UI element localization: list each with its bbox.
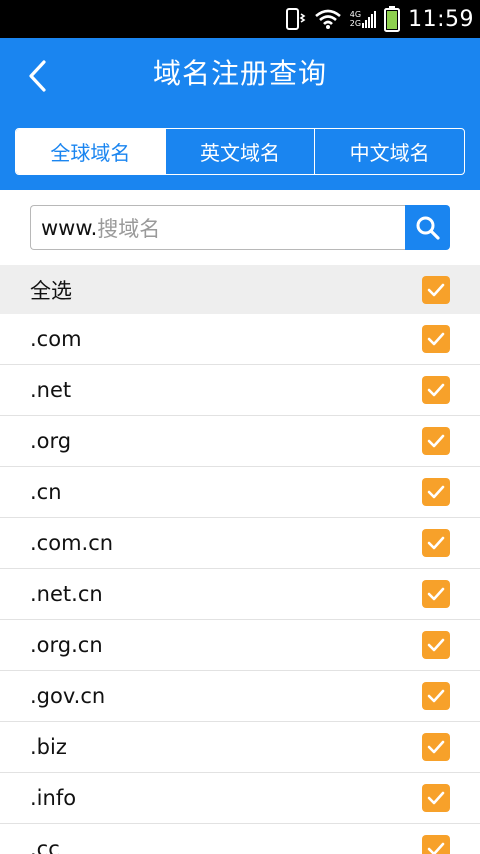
checkmark-icon — [427, 842, 445, 854]
domain-label: .info — [30, 786, 77, 810]
domain-label: .com.cn — [30, 531, 114, 555]
domain-row-gov-cn[interactable]: .gov.cn — [0, 671, 480, 722]
search-bar: www. 搜域名 — [30, 205, 450, 250]
domain-checkbox[interactable] — [422, 682, 450, 710]
domain-label: .gov.cn — [30, 684, 106, 708]
checkmark-icon — [427, 434, 445, 448]
checkmark-icon — [427, 791, 445, 805]
domain-row-org-cn[interactable]: .org.cn — [0, 620, 480, 671]
domain-row-net[interactable]: .net — [0, 365, 480, 416]
domain-checkbox[interactable] — [422, 325, 450, 353]
checkmark-icon — [427, 689, 445, 703]
checkmark-icon — [427, 587, 445, 601]
domain-type-tabs: 全球域名 英文域名 中文域名 — [15, 128, 465, 175]
domain-list: 全选 .com .net .org .cn .com.cn .net.cn .o… — [0, 265, 480, 854]
checkmark-icon — [427, 638, 445, 652]
domain-row-info[interactable]: .info — [0, 773, 480, 824]
domain-checkbox[interactable] — [422, 733, 450, 761]
domain-checkbox[interactable] — [422, 478, 450, 506]
domain-label: .cc — [30, 837, 60, 854]
checkmark-icon — [427, 485, 445, 499]
checkmark-icon — [427, 332, 445, 346]
domain-label: .net — [30, 378, 72, 402]
domain-checkbox[interactable] — [422, 529, 450, 557]
domain-label: .cn — [30, 480, 62, 504]
signal-icon: 4G 2G — [349, 9, 377, 29]
domain-row-cc[interactable]: .cc — [0, 824, 480, 854]
search-prefix: www. — [41, 215, 98, 240]
select-all-checkbox[interactable] — [422, 275, 450, 304]
domain-checkbox[interactable] — [422, 580, 450, 608]
battery-icon — [384, 6, 401, 32]
wifi-icon — [314, 8, 342, 30]
search-input[interactable]: www. 搜域名 — [30, 205, 405, 250]
search-icon — [416, 216, 440, 240]
domain-row-net-cn[interactable]: .net.cn — [0, 569, 480, 620]
search-button[interactable] — [405, 205, 450, 250]
search-placeholder: 搜域名 — [97, 216, 161, 241]
network-type-top: 4G — [349, 10, 362, 19]
domain-label: .org.cn — [30, 633, 103, 657]
checkmark-icon — [427, 283, 445, 296]
vibrate-icon — [284, 7, 306, 31]
domain-label: .org — [30, 429, 72, 453]
domain-row-biz[interactable]: .biz — [0, 722, 480, 773]
tab-english-domains[interactable]: 英文域名 — [166, 129, 316, 174]
select-all-row[interactable]: 全选 — [0, 265, 480, 314]
domain-checkbox[interactable] — [422, 376, 450, 404]
select-all-label: 全选 — [30, 278, 72, 303]
status-time: 11:59 — [408, 6, 474, 32]
domain-row-cn[interactable]: .cn — [0, 467, 480, 518]
domain-label: .net.cn — [30, 582, 103, 606]
checkmark-icon — [427, 536, 445, 550]
domain-row-org[interactable]: .org — [0, 416, 480, 467]
domain-row-com[interactable]: .com — [0, 314, 480, 365]
status-icons: 4G 2G 11:59 — [284, 0, 480, 38]
domain-checkbox[interactable] — [422, 631, 450, 659]
tab-chinese-domains[interactable]: 中文域名 — [315, 129, 464, 174]
app-bar: 域名注册查询 全球域名 英文域名 中文域名 — [0, 38, 480, 190]
page-title: 域名注册查询 — [152, 57, 327, 90]
checkmark-icon — [427, 740, 445, 754]
network-type-bottom: 2G — [349, 19, 362, 28]
status-bar: 4G 2G 11:59 — [0, 0, 480, 38]
tab-global-domains[interactable]: 全球域名 — [16, 129, 166, 174]
domain-checkbox[interactable] — [422, 784, 450, 812]
domain-row-com-cn[interactable]: .com.cn — [0, 518, 480, 569]
checkmark-icon — [427, 383, 445, 397]
domain-checkbox[interactable] — [422, 427, 450, 455]
domain-label: .biz — [30, 735, 67, 759]
domain-label: .com — [30, 327, 82, 351]
domain-checkbox[interactable] — [422, 835, 450, 854]
